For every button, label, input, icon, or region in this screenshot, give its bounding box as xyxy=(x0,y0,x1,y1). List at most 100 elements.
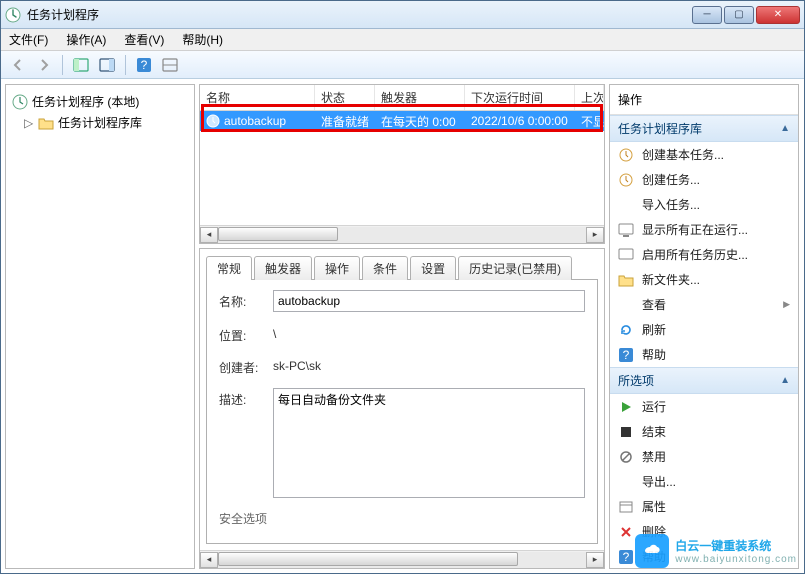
menu-action[interactable]: 操作(A) xyxy=(64,29,108,50)
actions-list: 任务计划程序库 ▲ 创建基本任务... 创建任务... 导入任务... xyxy=(610,115,798,568)
toolbar: ? xyxy=(1,51,804,79)
scroll-track[interactable] xyxy=(218,227,586,243)
tab-history[interactable]: 历史记录(已禁用) xyxy=(458,256,572,280)
clock-new-icon xyxy=(618,147,634,163)
task-triggers: 在每天的 0:00 xyxy=(375,111,465,132)
action-export[interactable]: 导出... xyxy=(610,469,798,494)
action-import-task[interactable]: 导入任务... xyxy=(610,192,798,217)
tree-root[interactable]: 任务计划程序 (本地) xyxy=(10,91,190,112)
action-help[interactable]: ? 帮助 xyxy=(610,342,798,367)
action-label: 帮助 xyxy=(642,548,666,565)
list-body: autobackup 准备就绪 在每天的 0:00 2022/10/6 0:00… xyxy=(200,111,604,225)
author-label: 创建者: xyxy=(219,356,273,376)
action-create-task[interactable]: 创建任务... xyxy=(610,167,798,192)
menubar: 文件(F) 操作(A) 查看(V) 帮助(H) xyxy=(1,29,804,51)
action-label: 创建基本任务... xyxy=(642,146,724,163)
svg-text:?: ? xyxy=(623,348,630,362)
location-value: \ xyxy=(273,324,585,341)
app-icon xyxy=(5,7,21,23)
horizontal-scrollbar[interactable]: ◂ ▸ xyxy=(200,225,604,243)
name-label: 名称: xyxy=(219,290,273,310)
author-value: sk-PC\sk xyxy=(273,356,585,373)
action-label: 新文件夹... xyxy=(642,271,700,288)
tab-actions[interactable]: 操作 xyxy=(314,256,360,280)
action-show-running[interactable]: 显示所有正在运行... xyxy=(610,217,798,242)
action-label: 创建任务... xyxy=(642,171,700,188)
section-library-label: 任务计划程序库 xyxy=(618,120,702,137)
task-status: 准备就绪 xyxy=(315,111,375,132)
main-area: 任务计划程序 (本地) ▷ 任务计划程序库 名称 状态 触发器 下次运行时间 上… xyxy=(1,79,804,573)
scroll-right-button[interactable]: ▸ xyxy=(586,227,604,243)
help-button[interactable]: ? xyxy=(133,54,155,76)
scroll-thumb[interactable] xyxy=(218,227,338,241)
clock-icon xyxy=(618,172,634,188)
action-new-folder[interactable]: 新文件夹... xyxy=(610,267,798,292)
clock-icon xyxy=(206,114,220,128)
scroll-track[interactable] xyxy=(218,552,586,568)
col-name[interactable]: 名称 xyxy=(200,85,315,110)
maximize-button[interactable]: ▢ xyxy=(724,6,754,24)
forward-button[interactable] xyxy=(33,54,55,76)
action-delete[interactable]: 删除 xyxy=(610,519,798,544)
menu-help[interactable]: 帮助(H) xyxy=(180,29,225,50)
show-hide-actions-button[interactable] xyxy=(96,54,118,76)
action-refresh[interactable]: 刷新 xyxy=(610,317,798,342)
menu-file[interactable]: 文件(F) xyxy=(7,29,50,50)
minimize-button[interactable]: ─ xyxy=(692,6,722,24)
task-list: 名称 状态 触发器 下次运行时间 上次 autobackup 准备就绪 在每天的… xyxy=(199,84,605,244)
scroll-right-button[interactable]: ▸ xyxy=(586,552,604,568)
action-run[interactable]: 运行 xyxy=(610,394,798,419)
action-properties[interactable]: 属性 xyxy=(610,494,798,519)
tab-settings[interactable]: 设置 xyxy=(410,256,456,280)
scroll-left-button[interactable]: ◂ xyxy=(200,227,218,243)
action-label: 属性 xyxy=(642,498,666,515)
task-row[interactable]: autobackup 准备就绪 在每天的 0:00 2022/10/6 0:00… xyxy=(200,111,604,131)
tab-conditions[interactable]: 条件 xyxy=(362,256,408,280)
menu-view[interactable]: 查看(V) xyxy=(122,29,166,50)
action-label: 结束 xyxy=(642,423,666,440)
toolbar-separator xyxy=(62,55,63,75)
tree-library-label: 任务计划程序库 xyxy=(58,114,142,131)
tree-root-label: 任务计划程序 (本地) xyxy=(32,93,139,110)
name-field[interactable] xyxy=(273,290,585,312)
svg-text:?: ? xyxy=(623,550,630,564)
action-label: 显示所有正在运行... xyxy=(642,221,748,238)
delete-icon xyxy=(618,524,634,540)
section-selected[interactable]: 所选项 ▲ xyxy=(610,367,798,394)
scroll-thumb[interactable] xyxy=(218,552,518,566)
action-view[interactable]: 查看 ▶ xyxy=(610,292,798,317)
col-lastrun[interactable]: 上次 xyxy=(575,85,604,110)
tab-general[interactable]: 常规 xyxy=(206,256,252,280)
desc-label: 描述: xyxy=(219,388,273,408)
toolbar-separator2 xyxy=(125,55,126,75)
action-help2[interactable]: ? 帮助 xyxy=(610,544,798,568)
tab-triggers[interactable]: 触发器 xyxy=(254,256,312,280)
action-label: 刷新 xyxy=(642,321,666,338)
expand-icon[interactable]: ▷ xyxy=(24,116,34,130)
history-icon xyxy=(618,247,634,263)
stop-icon xyxy=(618,424,634,440)
action-label: 导出... xyxy=(642,473,676,490)
display-icon xyxy=(618,222,634,238)
scroll-left-button[interactable]: ◂ xyxy=(200,552,218,568)
action-enable-history[interactable]: 启用所有任务历史... xyxy=(610,242,798,267)
action-end[interactable]: 结束 xyxy=(610,419,798,444)
help-icon: ? xyxy=(618,347,634,363)
tree-library[interactable]: ▷ 任务计划程序库 xyxy=(22,112,190,133)
center-pane: 名称 状态 触发器 下次运行时间 上次 autobackup 准备就绪 在每天的… xyxy=(199,84,605,569)
desc-field[interactable] xyxy=(273,388,585,498)
action-label: 启用所有任务历史... xyxy=(642,246,748,263)
action-disable[interactable]: 禁用 xyxy=(610,444,798,469)
action-create-basic-task[interactable]: 创建基本任务... xyxy=(610,142,798,167)
preview-pane-button[interactable] xyxy=(159,54,181,76)
col-nextrun[interactable]: 下次运行时间 xyxy=(465,85,575,110)
section-library[interactable]: 任务计划程序库 ▲ xyxy=(610,115,798,142)
back-button[interactable] xyxy=(7,54,29,76)
detail-horizontal-scrollbar[interactable]: ◂ ▸ xyxy=(200,550,604,568)
show-hide-tree-button[interactable] xyxy=(70,54,92,76)
disable-icon xyxy=(618,449,634,465)
task-detail: 常规 触发器 操作 条件 设置 历史记录(已禁用) 名称: 位置: \ xyxy=(199,248,605,569)
col-status[interactable]: 状态 xyxy=(315,85,375,110)
close-button[interactable]: ✕ xyxy=(756,6,800,24)
col-triggers[interactable]: 触发器 xyxy=(375,85,465,110)
